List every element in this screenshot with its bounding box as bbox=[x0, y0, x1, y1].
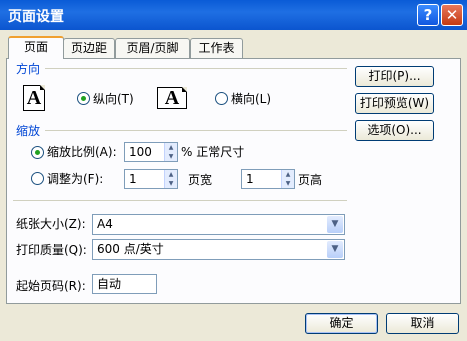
spin-up-icon[interactable]: ▲ bbox=[165, 143, 177, 152]
fit-pages-wide-spinner[interactable]: ▲ ▼ bbox=[164, 170, 177, 188]
adjust-to-radio[interactable] bbox=[31, 146, 44, 159]
fit-pages-wide-input[interactable]: 1 ▲ ▼ bbox=[124, 169, 178, 189]
scale-percent-suffix: % 正常尺寸 bbox=[181, 145, 245, 159]
first-page-number-input[interactable]: 自动 bbox=[92, 274, 157, 294]
paper-size-value: A4 bbox=[97, 217, 113, 231]
options-button[interactable]: 选项(O)... bbox=[355, 120, 434, 141]
scale-percent-value: 100 bbox=[129, 145, 152, 159]
close-button[interactable]: ✕ bbox=[441, 4, 463, 26]
spin-down-icon[interactable]: ▼ bbox=[165, 179, 177, 188]
chevron-down-icon[interactable]: ▼ bbox=[327, 241, 343, 258]
spin-up-icon[interactable]: ▲ bbox=[165, 170, 177, 179]
adjust-to-label[interactable]: 缩放比例(A): bbox=[47, 143, 117, 160]
scaling-divider bbox=[45, 130, 347, 131]
spin-down-icon[interactable]: ▼ bbox=[165, 152, 177, 161]
title-bar[interactable]: 页面设置 ? ✕ bbox=[0, 0, 467, 30]
portrait-icon: A bbox=[23, 85, 45, 111]
print-quality-select[interactable]: 600 点/英寸 ▼ bbox=[92, 239, 345, 260]
orientation-section-label: 方向 bbox=[16, 62, 41, 76]
first-page-number-label: 起始页码(R): bbox=[16, 279, 86, 293]
fit-pages-tall-spinner[interactable]: ▲ ▼ bbox=[281, 170, 294, 188]
fit-pages-tall-value: 1 bbox=[246, 172, 254, 186]
landscape-icon: A bbox=[157, 87, 187, 109]
scale-percent-input[interactable]: 100 ▲ ▼ bbox=[124, 142, 178, 162]
page-tab-panel: 方向 A 纵向(T) A 横向(L) 缩放 缩放比例(A): 100 ▲ ▼ % … bbox=[6, 58, 461, 304]
tab-page[interactable]: 页面 bbox=[8, 36, 64, 59]
tab-sheet[interactable]: 工作表 bbox=[190, 38, 243, 58]
landscape-radio[interactable] bbox=[215, 92, 228, 105]
chevron-down-icon[interactable]: ▼ bbox=[327, 216, 343, 233]
window-title: 页面设置 bbox=[8, 9, 64, 25]
landscape-label[interactable]: 横向(L) bbox=[231, 90, 271, 107]
fit-pages-tall-input[interactable]: 1 ▲ ▼ bbox=[241, 169, 295, 189]
page-setup-dialog: 页面设置 ? ✕ 页面 页边距 页眉/页脚 工作表 方向 A 纵向(T) A 横… bbox=[0, 0, 467, 341]
print-button[interactable]: 打印(P)... bbox=[355, 66, 434, 87]
ok-button[interactable]: 确定 bbox=[305, 313, 378, 334]
pages-tall-label: 页高 bbox=[298, 173, 323, 187]
spin-down-icon[interactable]: ▼ bbox=[282, 179, 294, 188]
portrait-radio[interactable] bbox=[77, 92, 90, 105]
print-quality-label: 打印质量(Q): bbox=[16, 243, 87, 257]
pages-wide-label: 页宽 bbox=[188, 173, 213, 187]
portrait-label[interactable]: 纵向(T) bbox=[93, 90, 134, 107]
tab-header-footer[interactable]: 页眉/页脚 bbox=[115, 38, 190, 58]
first-page-number-value: 自动 bbox=[97, 277, 122, 291]
paper-size-label: 纸张大小(Z): bbox=[16, 217, 86, 231]
print-preview-button[interactable]: 打印预览(W) bbox=[355, 93, 434, 114]
paper-divider bbox=[13, 200, 347, 201]
spin-up-icon[interactable]: ▲ bbox=[282, 170, 294, 179]
fit-to-radio[interactable] bbox=[31, 172, 44, 185]
print-quality-value: 600 点/英寸 bbox=[97, 242, 164, 256]
scaling-section-label: 缩放 bbox=[16, 124, 41, 138]
tab-margins[interactable]: 页边距 bbox=[63, 38, 115, 58]
fit-pages-wide-value: 1 bbox=[129, 172, 137, 186]
paper-size-select[interactable]: A4 ▼ bbox=[92, 214, 345, 235]
cancel-button[interactable]: 取消 bbox=[386, 313, 459, 334]
help-button[interactable]: ? bbox=[417, 4, 439, 26]
scale-percent-spinner[interactable]: ▲ ▼ bbox=[164, 143, 177, 161]
fit-to-label[interactable]: 调整为(F): bbox=[47, 170, 103, 187]
orientation-divider bbox=[45, 68, 347, 69]
